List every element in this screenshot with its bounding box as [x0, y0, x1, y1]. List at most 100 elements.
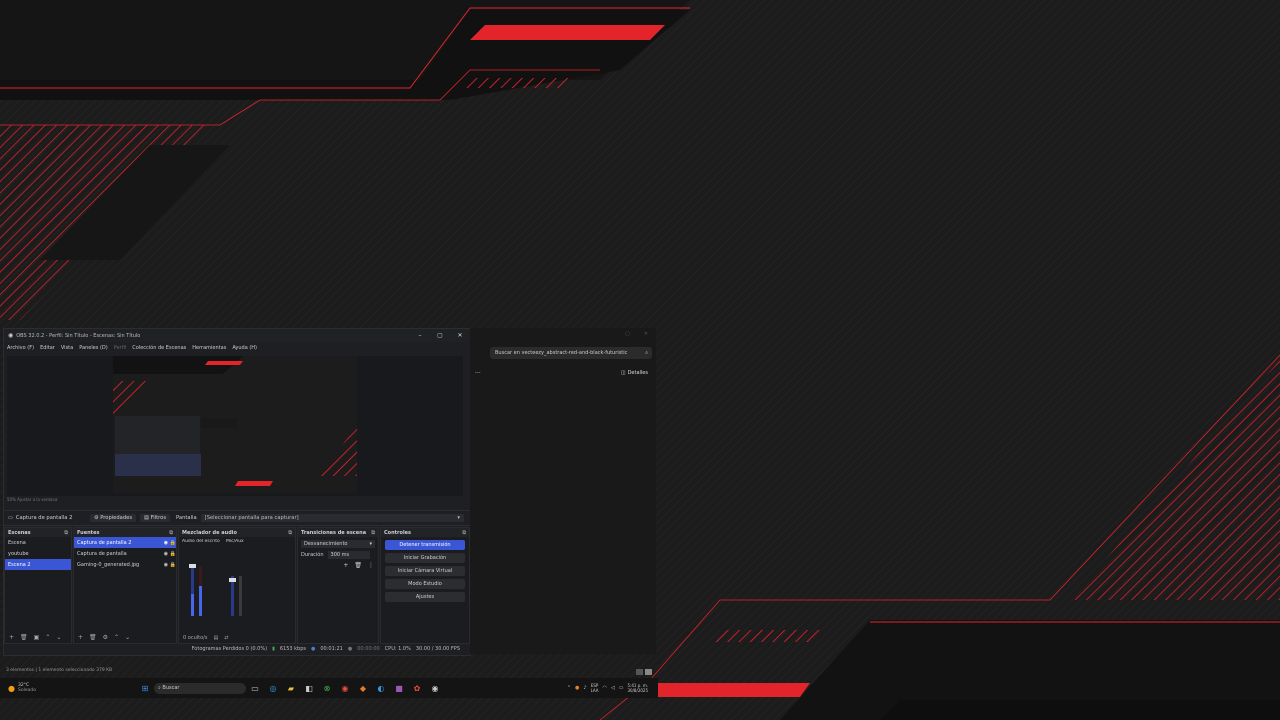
settings-gear-icon[interactable]: ✿	[411, 683, 423, 693]
mixer-layout-icon[interactable]: ▤	[213, 635, 218, 641]
windows-start-icon[interactable]: ⊞	[139, 683, 151, 693]
task-view-icon[interactable]: ▭	[249, 683, 261, 693]
studio-mode-button[interactable]: Modo Estudio	[385, 579, 465, 589]
battery-icon[interactable]: ▭	[619, 685, 624, 691]
explorer-search-input[interactable]: Buscar en vecteezy_abstract-red-and-blac…	[490, 347, 652, 359]
menu-vista[interactable]: Vista	[61, 345, 73, 351]
mic-icon[interactable]: ♪	[583, 685, 586, 691]
obs-titlebar: ◉ OBS 32.0.2 - Perfil: Sin Título - Esce…	[4, 329, 470, 342]
weather-desc: Soleado	[17, 688, 36, 693]
lock-icon: 🔒	[169, 550, 176, 557]
volume-meters[interactable]	[179, 546, 289, 616]
taskbar: ● 32°C Soleado ⊞ ⌕ Buscar ▭ ◎ ▰ ◧ ⊗ ◉ ◆ …	[0, 678, 658, 698]
add-source-icon[interactable]: +	[78, 634, 83, 641]
controls-dock: Controles ⧉ Detener transmisión Iniciar G…	[380, 527, 470, 644]
clock[interactable]: 5:41 p. m. 30/8/2025	[627, 683, 648, 693]
menu-paneles[interactable]: Paneles (D)	[79, 345, 108, 351]
filter-icon[interactable]: ▣	[34, 634, 40, 641]
add-transition-icon[interactable]: +	[343, 562, 348, 569]
scenes-dock: Escenas ⧉ Escena youtube Escena 2 + 🗑 ▣ ⌃…	[4, 527, 72, 644]
menu-coleccion[interactable]: Colección de Escenas	[132, 345, 186, 351]
link-icon[interactable]: ⇄	[224, 635, 228, 641]
app-icon[interactable]: ◆	[357, 683, 369, 693]
close-icon[interactable]: ✕	[644, 331, 648, 337]
filters-button[interactable]: ▤ Filtros	[140, 514, 171, 522]
screen-select[interactable]: [Seleccionar pantalla para capturar] ▾	[200, 514, 464, 522]
dock-settings-icon[interactable]: ⧉	[462, 530, 466, 536]
dock-settings-icon[interactable]: ⧉	[371, 530, 375, 536]
dock-settings-icon[interactable]: ⧉	[169, 530, 173, 536]
dock-settings-icon[interactable]: ⧉	[288, 530, 292, 536]
remove-scene-icon[interactable]: 🗑	[20, 634, 28, 641]
scene-item[interactable]: Escena	[5, 537, 71, 548]
add-scene-icon[interactable]: +	[9, 634, 14, 641]
audio-mixer-dock: Mezclador de audio ⧉ Audio del escritorio…	[178, 527, 296, 644]
source-item[interactable]: Captura de pantalla ◉ 🔒	[74, 548, 176, 559]
start-recording-button[interactable]: Iniciar Grabación	[385, 553, 465, 563]
chrome-icon[interactable]: ◉	[339, 683, 351, 693]
rec-icon: ●	[347, 646, 353, 652]
folder-icon[interactable]: ▰	[285, 683, 297, 693]
store-icon[interactable]: ◧	[303, 683, 315, 693]
menu-editar[interactable]: Editar	[40, 345, 55, 351]
live-time: 00:01:21	[320, 646, 343, 652]
transition-select[interactable]: Desvanecimiento ▾	[301, 540, 375, 548]
menu-perfil[interactable]: Perfil	[114, 345, 127, 351]
stop-streaming-button[interactable]: Detener transmisión	[385, 540, 465, 550]
xbox-icon[interactable]: ⊗	[321, 683, 333, 693]
minimize-button[interactable]: –	[410, 332, 430, 339]
menu-ayuda[interactable]: Ayuda (H)	[232, 345, 257, 351]
view-toggle[interactable]	[636, 669, 652, 675]
restore-icon[interactable]: ▢	[625, 331, 630, 337]
rec-time: 00:00:00	[357, 646, 380, 652]
source-item[interactable]: Gaming-0_generated.jpg ◉ 🔒	[74, 559, 176, 570]
settings-button[interactable]: Ajustes	[385, 592, 465, 602]
scene-item-selected[interactable]: Escena 2	[5, 559, 71, 570]
remove-source-icon[interactable]: 🗑	[89, 634, 97, 641]
taskbar-search[interactable]: ⌕ Buscar	[153, 682, 246, 694]
preview-zoom[interactable]: 50% Ajustar a la ventana	[7, 497, 58, 502]
obs-logo-icon: ◉	[8, 332, 14, 339]
tray-app-icon[interactable]: ●	[575, 685, 579, 691]
move-up-icon[interactable]: ⌃	[45, 634, 50, 641]
preview-image	[113, 356, 357, 493]
search-icon: ⌕	[645, 350, 648, 356]
maximize-button[interactable]: ▢	[430, 332, 450, 339]
mixer-header: Mezclador de audio	[182, 529, 237, 536]
source-toolbar: ▭ Captura de pantalla 2 ⚙ Propiedades ▤ …	[4, 510, 470, 526]
sources-header: Fuentes	[77, 529, 100, 536]
source-item-selected[interactable]: Captura de pantalla 2 ◉ 🔒	[74, 537, 176, 548]
app3-icon[interactable]: ■	[393, 683, 405, 693]
tray-chevron-icon[interactable]: ⌃	[567, 685, 571, 691]
obs-title: OBS 32.0.2 - Perfil: Sin Título - Escena…	[16, 332, 141, 339]
menu-archivo[interactable]: Archivo (F)	[7, 345, 34, 351]
move-up-icon[interactable]: ⌃	[114, 634, 119, 641]
weather-widget[interactable]: ● 32°C Soleado	[8, 683, 36, 693]
live-icon: ●	[311, 646, 316, 652]
obs-taskbar-icon[interactable]: ◉	[429, 683, 441, 693]
preview-canvas[interactable]	[7, 356, 463, 496]
menu-herramientas[interactable]: Herramientas	[192, 345, 226, 351]
start-virtual-camera-button[interactable]: Iniciar Cámara Virtual	[385, 566, 465, 576]
obs-status-bar: Fotogramas Perdidos 0 (0.0%) ▮ 6153 kbps…	[4, 643, 470, 655]
dock-settings-icon[interactable]: ⧉	[64, 530, 68, 536]
source-settings-icon[interactable]: ⚙	[103, 634, 108, 641]
mixer-channel-desktop: Audio del escritorio	[182, 539, 220, 544]
details-button[interactable]: ◫ Detalles	[621, 370, 648, 376]
language-indicator[interactable]: ESP LAA	[591, 683, 599, 693]
wifi-icon[interactable]: ◠	[603, 685, 607, 691]
menu-bar: Archivo (F) Editar Vista Paneles (D) Per…	[4, 342, 470, 353]
volume-icon[interactable]: ◁	[611, 685, 615, 691]
app2-icon[interactable]: ◐	[375, 683, 387, 693]
eye-icon: ◉	[163, 561, 169, 568]
move-down-icon[interactable]: ⌄	[125, 634, 130, 641]
duration-input[interactable]: 300 ms	[327, 551, 370, 559]
move-down-icon[interactable]: ⌄	[56, 634, 61, 641]
more-options[interactable]: ···	[475, 370, 481, 377]
close-button[interactable]: ✕	[450, 332, 470, 339]
properties-button[interactable]: ⚙ Propiedades	[89, 514, 137, 522]
scene-item[interactable]: youtube	[5, 548, 71, 559]
more-icon[interactable]: ⋮	[368, 562, 374, 569]
remove-transition-icon[interactable]: 🗑	[354, 562, 362, 569]
edge-icon[interactable]: ◎	[267, 683, 279, 693]
